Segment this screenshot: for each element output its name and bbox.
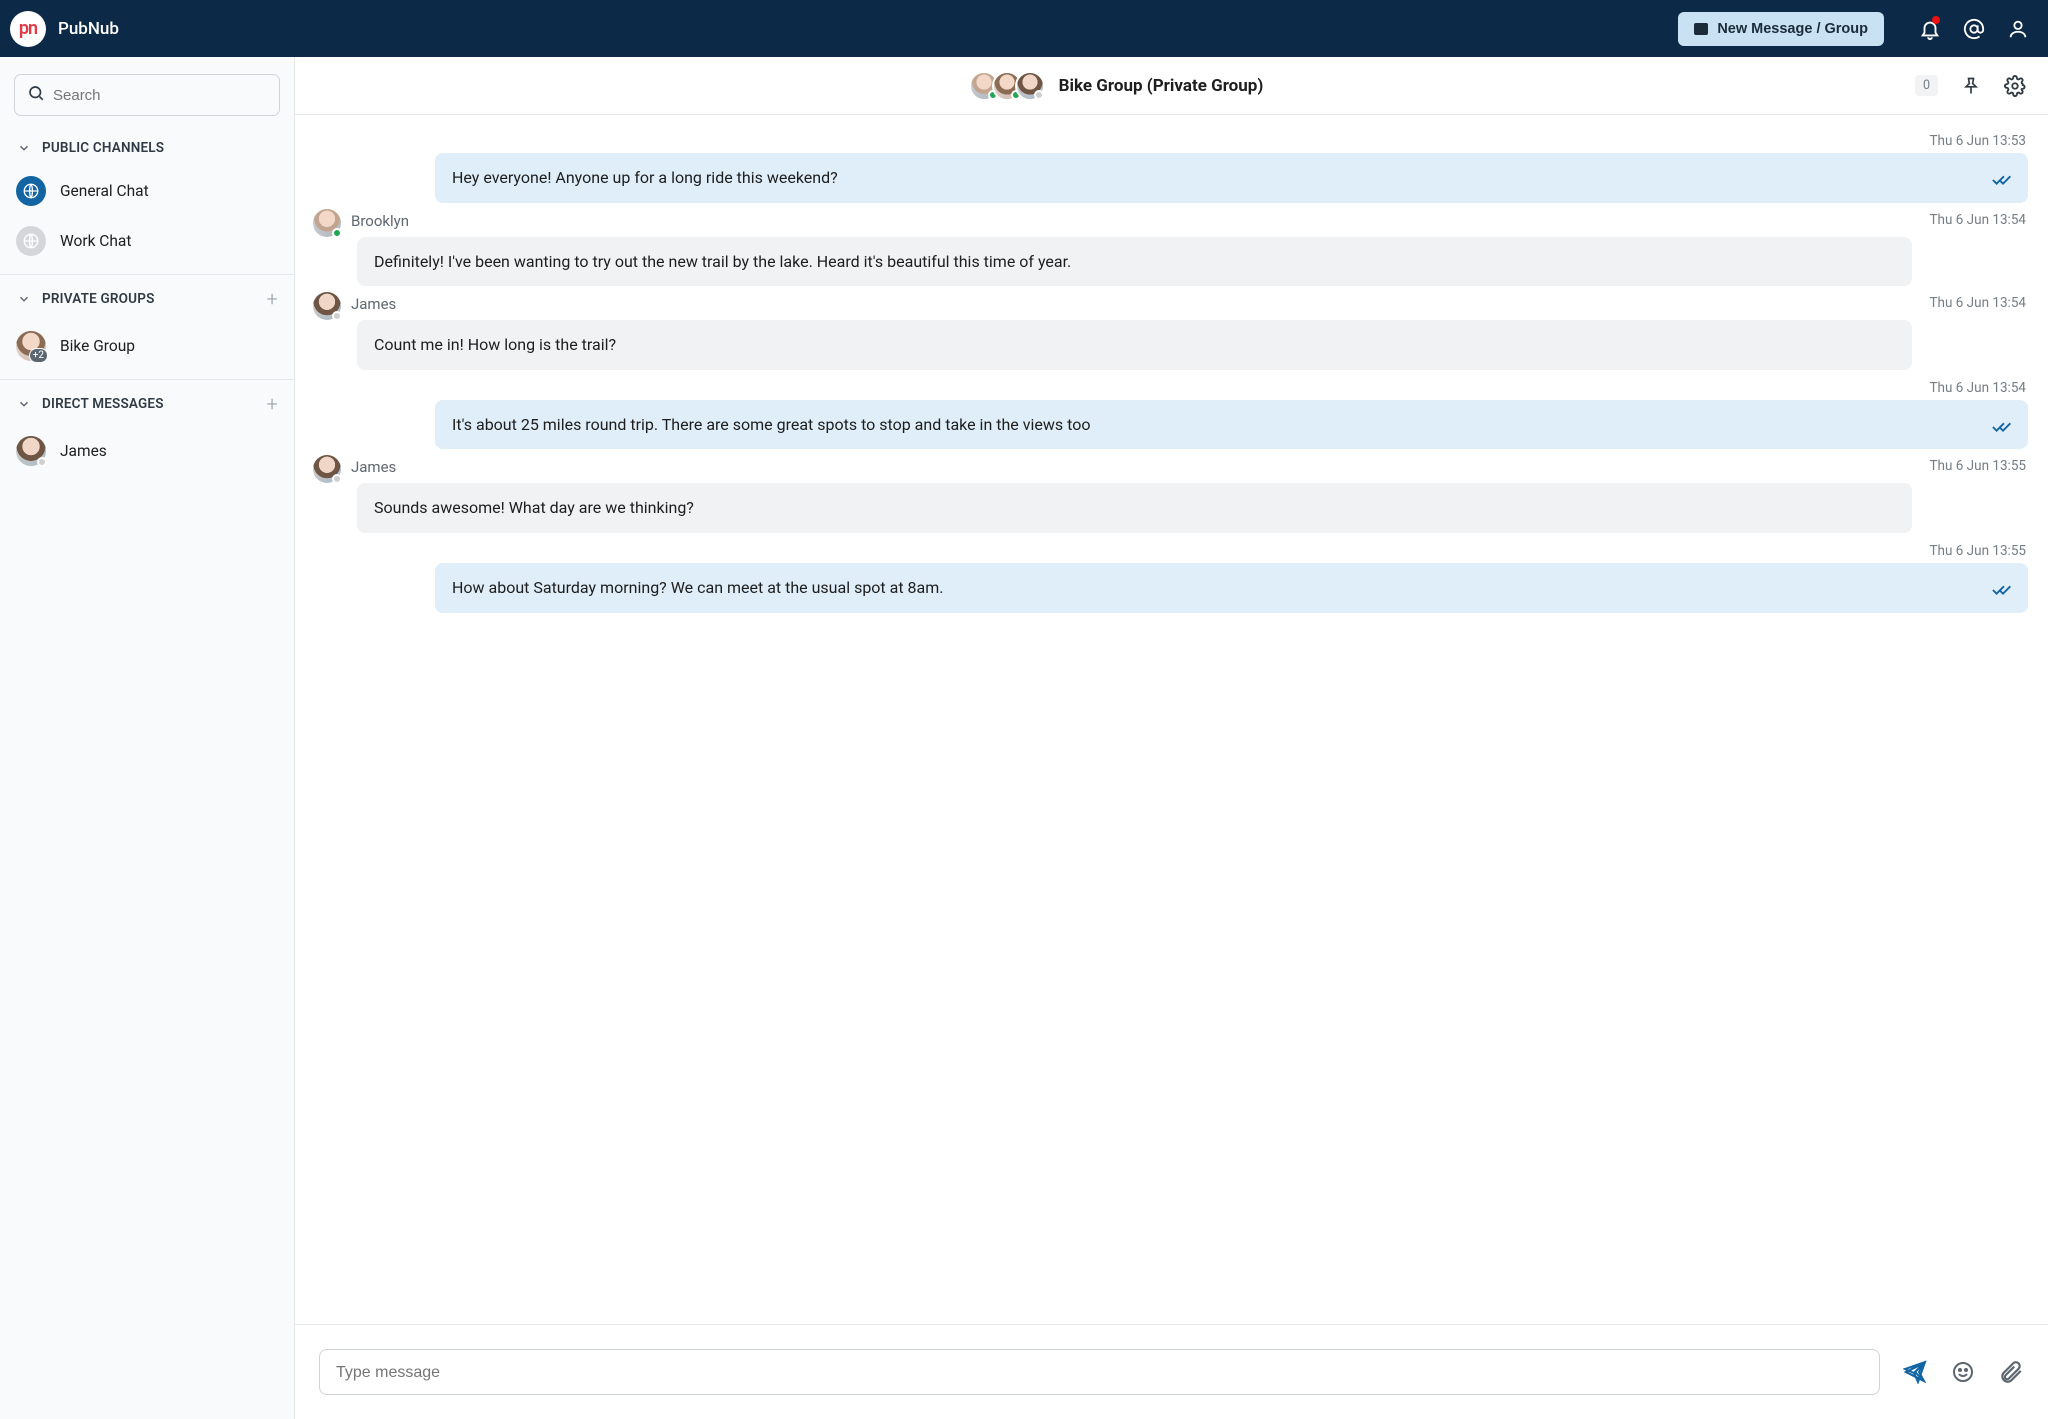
message-outgoing: Thu 6 Jun 13:55 How about Saturday morni…	[307, 539, 2028, 613]
message-author: James	[351, 458, 396, 476]
presence-indicator	[1034, 90, 1044, 100]
message-bubble[interactable]: Sounds awesome! What day are we thinking…	[357, 483, 1912, 533]
new-message-label: New Message / Group	[1717, 21, 1868, 37]
message-bubble[interactable]: It's about 25 miles round trip. There ar…	[435, 400, 2028, 450]
read-receipt-icon	[1992, 171, 2014, 193]
section-title: DIRECT MESSAGES	[42, 396, 164, 412]
message-text: How about Saturday morning? We can meet …	[452, 578, 943, 597]
chevron-down-icon	[16, 292, 32, 306]
section-public-channels[interactable]: PUBLIC CHANNELS	[0, 128, 294, 166]
avatar	[1015, 71, 1045, 101]
send-button[interactable]	[1902, 1359, 1928, 1385]
message-author: Brooklyn	[351, 212, 409, 230]
top-icon-group	[1918, 17, 2030, 41]
message-outgoing: Thu 6 Jun 13:53 Hey everyone! Anyone up …	[307, 129, 2028, 203]
chevron-down-icon	[16, 141, 32, 155]
read-receipt-icon	[1992, 418, 2014, 440]
group-avatar: +2	[16, 331, 46, 361]
message-text: Definitely! I've been wanting to try out…	[374, 252, 1071, 271]
top-bar: pn PubNub New Message / Group	[0, 0, 2048, 57]
section-title: PUBLIC CHANNELS	[42, 140, 164, 156]
message-avatar	[313, 292, 341, 320]
message-avatar	[313, 209, 341, 237]
dm-james[interactable]: James	[0, 426, 294, 476]
message-bubble[interactable]: Hey everyone! Anyone up for a long ride …	[435, 153, 2028, 203]
group-extra-count: +2	[29, 348, 48, 363]
chevron-down-icon	[16, 397, 32, 411]
notifications-icon[interactable]	[1918, 17, 1942, 41]
dm-avatar	[16, 436, 46, 466]
message-time: Thu 6 Jun 13:55	[307, 539, 2028, 563]
section-private-groups[interactable]: PRIVATE GROUPS +	[0, 275, 294, 321]
globe-icon	[16, 176, 46, 206]
presence-indicator	[332, 474, 342, 484]
brand: pn PubNub	[10, 11, 119, 47]
message-author: James	[351, 295, 396, 313]
message-time: Thu 6 Jun 13:55	[1929, 458, 2028, 474]
presence-indicator	[332, 228, 342, 238]
message-text: It's about 25 miles round trip. There ar…	[452, 415, 1090, 434]
channel-general-chat[interactable]: General Chat	[0, 166, 294, 216]
member-avatars[interactable]	[969, 71, 1045, 101]
message-time: Thu 6 Jun 13:54	[307, 376, 2028, 400]
channel-label: Work Chat	[60, 232, 131, 250]
chat-body[interactable]: Thu 6 Jun 13:53 Hey everyone! Anyone up …	[295, 115, 2048, 1324]
emoji-button[interactable]	[1950, 1359, 1976, 1385]
chat-header: Bike Group (Private Group) 0	[295, 57, 2048, 115]
message-outgoing: Thu 6 Jun 13:54 It's about 25 miles roun…	[307, 376, 2028, 450]
search-icon	[27, 84, 45, 106]
chat-title: Bike Group (Private Group)	[1059, 76, 1264, 96]
chat-panel: Bike Group (Private Group) 0 Thu 6 Jun 1…	[295, 57, 2048, 1419]
message-incoming: James Thu 6 Jun 13:55 Sounds awesome! Wh…	[307, 455, 2028, 533]
composer	[295, 1324, 2048, 1419]
message-time: Thu 6 Jun 13:53	[307, 129, 2028, 153]
composer-input-wrap[interactable]	[319, 1349, 1880, 1395]
attach-button[interactable]	[1998, 1359, 2024, 1385]
profile-icon[interactable]	[2006, 17, 2030, 41]
message-incoming: Brooklyn Thu 6 Jun 13:54 Definitely! I'v…	[307, 209, 2028, 287]
section-title: PRIVATE GROUPS	[42, 291, 155, 307]
message-text: Hey everyone! Anyone up for a long ride …	[452, 168, 838, 187]
settings-icon[interactable]	[2004, 75, 2026, 97]
add-private-group-button[interactable]: +	[267, 287, 279, 311]
presence-indicator	[332, 311, 342, 321]
mentions-icon[interactable]	[1962, 17, 1986, 41]
unread-count: 0	[1915, 75, 1938, 96]
message-time: Thu 6 Jun 13:54	[1929, 295, 2028, 311]
group-label: Bike Group	[60, 337, 135, 355]
dm-label: James	[60, 442, 107, 460]
presence-indicator	[37, 457, 47, 467]
message-bubble[interactable]: Definitely! I've been wanting to try out…	[357, 237, 1912, 287]
message-bubble[interactable]: Count me in! How long is the trail?	[357, 320, 1912, 370]
channel-label: General Chat	[60, 182, 149, 200]
new-message-button[interactable]: New Message / Group	[1678, 12, 1884, 46]
brand-logo: pn	[10, 11, 46, 47]
message-text: Count me in! How long is the trail?	[374, 335, 616, 354]
add-direct-message-button[interactable]: +	[267, 392, 279, 416]
message-avatar	[313, 455, 341, 483]
search-input[interactable]	[53, 87, 267, 104]
globe-icon	[16, 226, 46, 256]
notification-dot	[1932, 16, 1940, 24]
read-receipt-icon	[1992, 581, 2014, 603]
sidebar: PUBLIC CHANNELS General Chat Work Chat P…	[0, 57, 295, 1419]
brand-name: PubNub	[58, 19, 119, 39]
group-bike-group[interactable]: +2 Bike Group	[0, 321, 294, 371]
message-time: Thu 6 Jun 13:54	[1929, 212, 2028, 228]
search-box[interactable]	[14, 74, 280, 116]
chat-icon	[1694, 23, 1708, 35]
section-direct-messages[interactable]: DIRECT MESSAGES +	[0, 380, 294, 426]
channel-work-chat[interactable]: Work Chat	[0, 216, 294, 266]
message-incoming: James Thu 6 Jun 13:54 Count me in! How l…	[307, 292, 2028, 370]
pin-icon[interactable]	[1960, 75, 1982, 97]
message-bubble[interactable]: How about Saturday morning? We can meet …	[435, 563, 2028, 613]
message-text: Sounds awesome! What day are we thinking…	[374, 498, 694, 517]
composer-input[interactable]	[336, 1364, 1863, 1382]
